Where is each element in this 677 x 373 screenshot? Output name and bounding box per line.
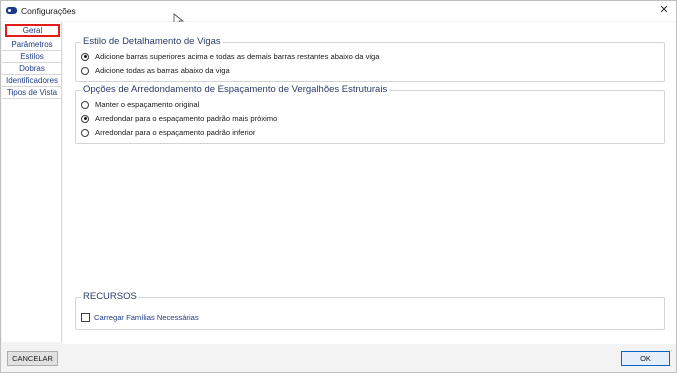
title-bar: Configurações ✕ bbox=[1, 1, 676, 21]
load-families-option[interactable]: Carregar Famílias Necessárias bbox=[81, 312, 199, 323]
sidebar-item-parametros[interactable]: Parâmetros bbox=[2, 39, 62, 51]
load-families-checkbox[interactable] bbox=[81, 313, 90, 322]
app-icon bbox=[6, 7, 17, 14]
resources-title: RECURSOS bbox=[81, 291, 139, 302]
radio-button[interactable] bbox=[81, 100, 89, 109]
beam-option-top-bars-label: Adicione barras superiores acima e todas… bbox=[95, 52, 380, 61]
close-button[interactable]: ✕ bbox=[656, 3, 672, 18]
rounding-option-nearest-label: Arredondar para o espaçamento padrão mai… bbox=[95, 114, 278, 123]
radio-button-checked[interactable] bbox=[81, 114, 89, 123]
resources-group: RECURSOS Carregar Famílias Necessárias bbox=[75, 291, 665, 330]
window-title: Configurações bbox=[21, 6, 76, 16]
ok-button[interactable]: OK bbox=[621, 351, 670, 366]
rounding-option-nearest[interactable]: Arredondar para o espaçamento padrão mai… bbox=[81, 113, 277, 124]
sidebar: Geral Parâmetros Estilos Dobras Identifi… bbox=[2, 22, 62, 342]
settings-content: Estilo de Detalhamento de Vigas Adicione… bbox=[63, 22, 676, 344]
load-families-label: Carregar Famílias Necessárias bbox=[94, 313, 199, 322]
rounding-title: Opções de Arredondamento de Espaçamento … bbox=[81, 84, 390, 95]
sidebar-item-geral[interactable]: Geral bbox=[5, 24, 60, 37]
radio-button[interactable] bbox=[81, 128, 89, 137]
sidebar-item-tipos-de-vista[interactable]: Tipos de Vista bbox=[2, 87, 62, 99]
settings-window: Configurações ✕ Geral Parâmetros Estilos… bbox=[0, 0, 677, 373]
rounding-option-keep-label: Manter o espaçamento original bbox=[95, 100, 200, 109]
beam-detail-title: Estilo de Detalhamento de Vigas bbox=[81, 36, 223, 47]
sidebar-item-dobras[interactable]: Dobras bbox=[2, 63, 62, 75]
beam-detail-group: Estilo de Detalhamento de Vigas Adicione… bbox=[75, 36, 665, 82]
beam-option-all-below-label: Adicione todas as barras abaixo da viga bbox=[95, 66, 230, 75]
sidebar-item-estilos[interactable]: Estilos bbox=[2, 51, 62, 63]
rounding-group: Opções de Arredondamento de Espaçamento … bbox=[75, 84, 665, 144]
beam-option-all-below[interactable]: Adicione todas as barras abaixo da viga bbox=[81, 65, 230, 76]
rounding-option-lower-label: Arredondar para o espaçamento padrão inf… bbox=[95, 128, 256, 137]
cancel-button[interactable]: CANCELAR bbox=[7, 351, 58, 366]
radio-button[interactable] bbox=[81, 66, 89, 75]
sidebar-item-identificadores[interactable]: Identificadores bbox=[2, 75, 62, 87]
rounding-option-lower[interactable]: Arredondar para o espaçamento padrão inf… bbox=[81, 127, 255, 138]
beam-option-top-bars[interactable]: Adicione barras superiores acima e todas… bbox=[81, 51, 380, 62]
rounding-option-keep[interactable]: Manter o espaçamento original bbox=[81, 99, 199, 110]
radio-button-checked[interactable] bbox=[81, 52, 89, 61]
